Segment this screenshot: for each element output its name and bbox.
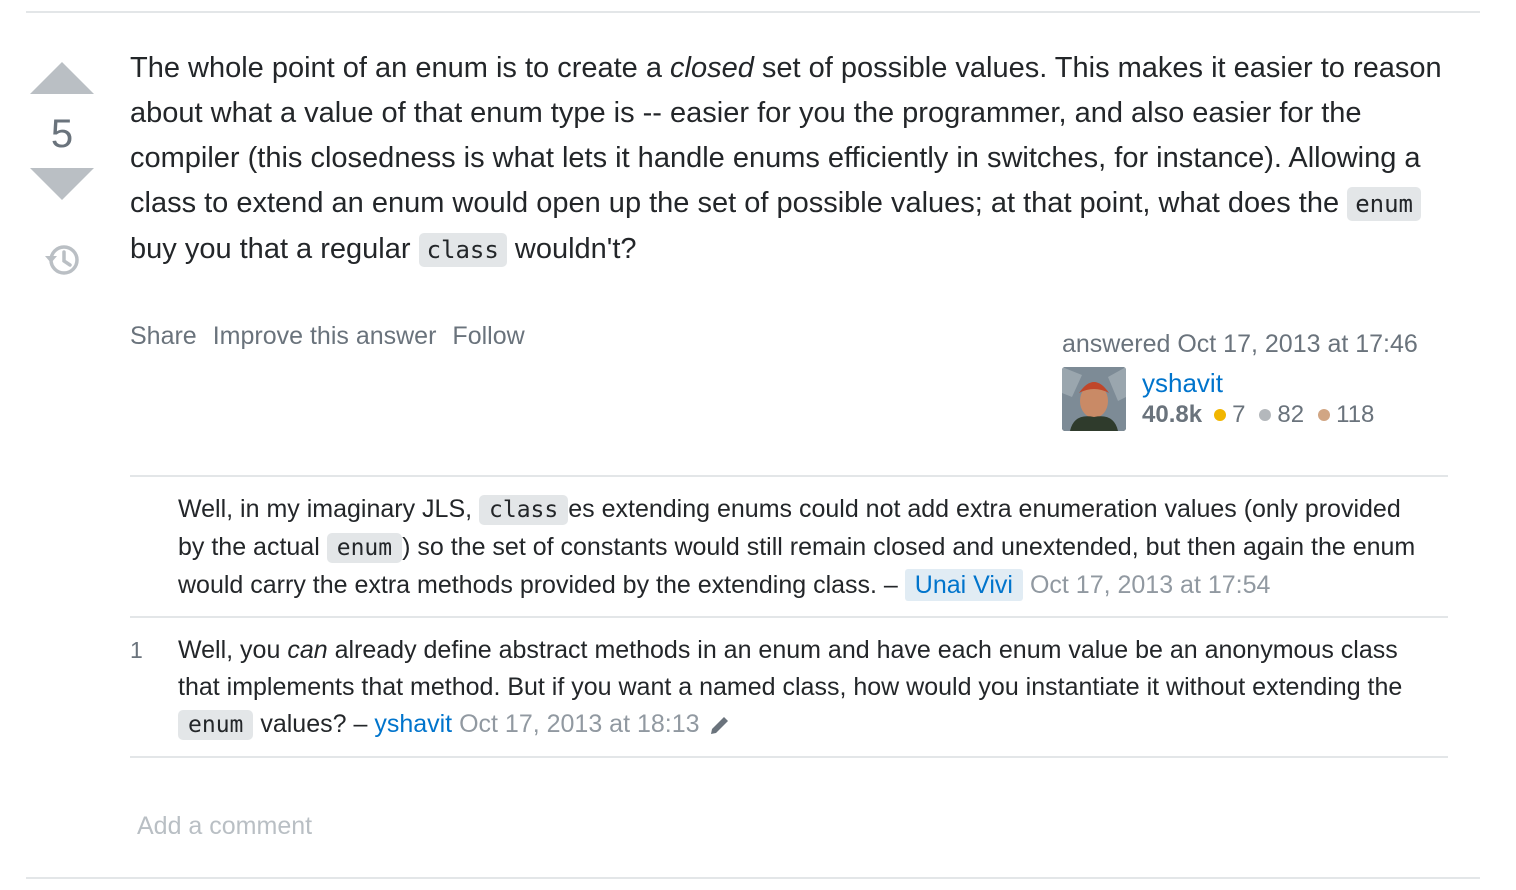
comment-user-link[interactable]: yshavit — [374, 710, 452, 738]
follow-link[interactable]: Follow — [452, 322, 524, 351]
inline-code: enum — [1347, 187, 1421, 221]
comment-body: Well, you can already define abstract me… — [178, 618, 1448, 756]
answered-timestamp: answered Oct 17, 2013 at 17:46 — [1062, 330, 1418, 358]
inline-code: enum — [326, 533, 403, 563]
inline-code: class — [418, 233, 507, 267]
silver-badge: 82 — [1259, 401, 1304, 429]
comment-date[interactable]: Oct 17, 2013 at 18:13 — [459, 710, 699, 738]
gold-badge: 7 — [1214, 401, 1245, 429]
improve-answer-link[interactable]: Improve this answer — [213, 322, 437, 351]
comment-text: Well, in my imaginary JLS, — [178, 495, 480, 523]
gold-badge-count: 7 — [1232, 401, 1246, 428]
comment-emphasis: can — [287, 636, 328, 664]
avatar[interactable] — [1062, 367, 1126, 431]
top-divider — [26, 11, 1480, 13]
upvote-button[interactable] — [30, 62, 94, 94]
comments-list: Well, in my imaginary JLS, class es exten… — [130, 475, 1448, 758]
user-signature: answered Oct 17, 2013 at 17:46 yshavit 4… — [1062, 330, 1462, 431]
silver-badge-icon — [1259, 409, 1272, 421]
user-name-link[interactable]: yshavit — [1142, 367, 1388, 399]
answer-text: The whole point of an enum is to create … — [130, 52, 671, 84]
bronze-badge-count: 118 — [1336, 401, 1375, 428]
comment-score: 1 — [130, 637, 143, 663]
user-details: yshavit 40.8k 7 82 118 — [1142, 367, 1388, 431]
inline-code: enum — [178, 710, 254, 740]
vote-column: 5 — [26, 56, 98, 280]
share-link[interactable]: Share — [130, 322, 197, 351]
edit-pencil-icon[interactable] — [708, 713, 732, 737]
bronze-badge: 118 — [1318, 401, 1374, 429]
comment: Well, in my imaginary JLS, class es exten… — [130, 477, 1448, 618]
gold-badge-icon — [1214, 409, 1227, 421]
comment: 1 Well, you can already define abstract … — [130, 618, 1448, 758]
bronze-badge-icon — [1318, 409, 1331, 421]
answer-text: buy you that a regular — [130, 233, 419, 265]
user-reputation: 40.8k 7 82 118 — [1142, 401, 1388, 429]
comment-text: already define abstract methods in an en… — [178, 636, 1403, 701]
answer-emphasis: closed — [670, 52, 754, 84]
answer-body: The whole point of an enum is to create … — [130, 46, 1460, 273]
reputation-score: 40.8k — [1142, 401, 1203, 428]
comment-date[interactable]: Oct 17, 2013 at 17:54 — [1030, 571, 1270, 599]
comment-score — [130, 477, 178, 616]
comment-text: values? – — [253, 710, 375, 738]
comment-user-link[interactable]: Unai Vivi — [904, 569, 1023, 601]
post-menu: Share Improve this answer Follow — [130, 322, 525, 351]
vote-count: 5 — [50, 112, 74, 156]
bottom-divider — [26, 877, 1480, 879]
user-card: yshavit 40.8k 7 82 118 — [1062, 367, 1462, 431]
comment-text: Well, you — [178, 636, 288, 664]
add-comment-link[interactable]: Add a comment — [137, 812, 312, 841]
inline-code: class — [479, 495, 569, 525]
silver-badge-count: 82 — [1277, 401, 1305, 428]
answer-text: wouldn't? — [506, 233, 637, 265]
comment-body: Well, in my imaginary JLS, class es exten… — [178, 477, 1448, 616]
downvote-button[interactable] — [30, 168, 94, 200]
history-icon[interactable] — [42, 240, 82, 280]
